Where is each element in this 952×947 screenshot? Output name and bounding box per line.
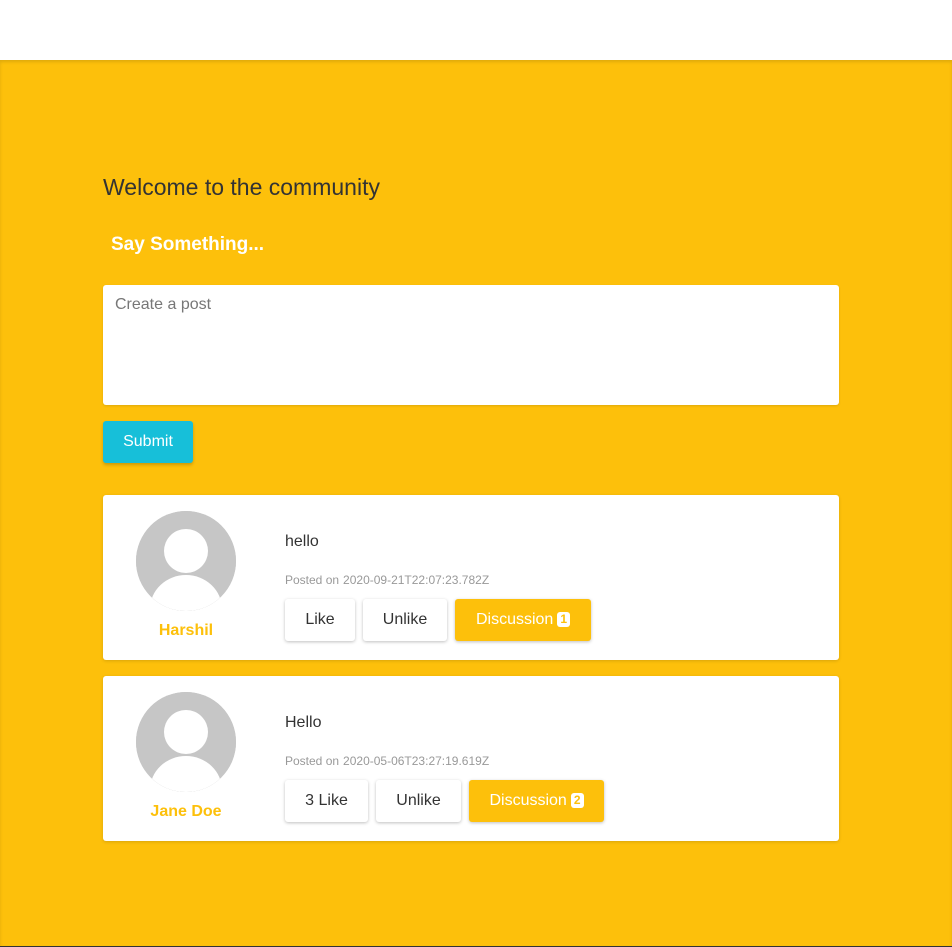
post-author[interactable]: Jane Doe xyxy=(103,803,269,821)
like-label: 3 Like xyxy=(305,792,348,809)
unlike-button[interactable]: Unlike xyxy=(376,780,461,822)
top-navbar xyxy=(0,0,952,60)
discussion-count-badge: 2 xyxy=(570,793,584,808)
say-something-label: Say Something... xyxy=(111,234,265,255)
posted-date-value: 2020-05-06T23:27:19.619Z xyxy=(343,754,490,768)
like-label: Like xyxy=(305,611,335,628)
post-text: Hello xyxy=(285,714,322,731)
unlike-label: Unlike xyxy=(396,792,441,809)
like-button[interactable]: Like xyxy=(285,599,355,641)
posted-date-value: 2020-09-21T22:07:23.782Z xyxy=(343,573,490,587)
post-date: Posted on 2020-05-06T23:27:19.619Z xyxy=(285,754,493,768)
posted-on-label: Posted on xyxy=(285,573,340,587)
unlike-button[interactable]: Unlike xyxy=(363,599,447,641)
create-post-input[interactable] xyxy=(103,285,839,405)
post-author[interactable]: Harshil xyxy=(103,622,269,640)
default-user-avatar-icon[interactable] xyxy=(136,511,236,611)
page-title: Welcome to the community xyxy=(103,174,380,200)
unlike-label: Unlike xyxy=(382,611,428,628)
default-user-avatar-icon[interactable] xyxy=(136,692,236,792)
submit-button[interactable]: Submit xyxy=(103,421,193,463)
discussion-label: Discussion xyxy=(489,792,567,809)
like-button[interactable]: 3 Like xyxy=(285,780,368,822)
discussion-label: Discussion xyxy=(475,611,554,628)
post-date: Posted on 2020-09-21T22:07:23.782Z xyxy=(285,573,493,587)
discussion-button[interactable]: Discussion 1 xyxy=(455,599,591,641)
post-text: hello xyxy=(285,533,319,550)
discussion-count-badge: 1 xyxy=(557,612,571,627)
posted-on-label: Posted on xyxy=(285,754,340,768)
discussion-button[interactable]: Discussion 2 xyxy=(469,780,604,822)
post-card: Harshil hello Posted on 2020-09-21T22:07:… xyxy=(103,495,839,660)
post-card: Jane Doe Hello Posted on 2020-05-06T23:27… xyxy=(103,676,839,841)
